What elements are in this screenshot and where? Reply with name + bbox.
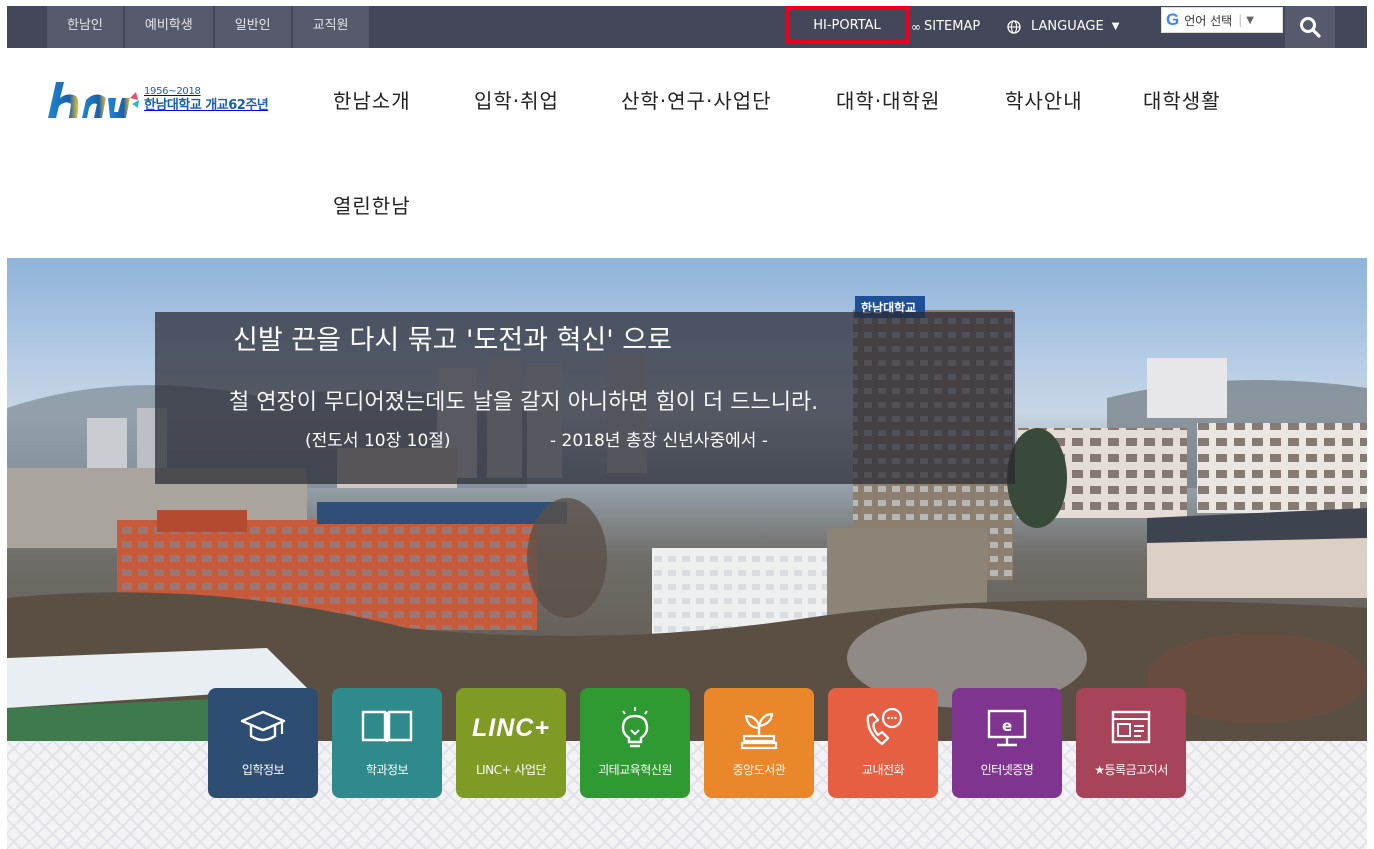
sitemap-label: SITEMAP: [924, 19, 981, 34]
phone-icon: [866, 707, 903, 746]
globe-icon: [1007, 20, 1021, 34]
quick-link-campus-phone[interactable]: 교내전화: [828, 688, 938, 798]
nav-item-colleges[interactable]: 대학·대학원: [836, 85, 940, 114]
logo-text: 1956~2018 한남대학교 개교62주년: [144, 86, 269, 114]
audience-tab-hannam-member[interactable]: 한남인: [47, 6, 123, 48]
quick-link-linc-plus[interactable]: LINC+ LINC+ 사업단: [456, 688, 566, 798]
quick-link-label: 학과정보: [365, 763, 409, 777]
quick-link-goethe-institute[interactable]: 괴테교육혁신원: [580, 688, 690, 798]
logo-years: 1956~2018: [144, 86, 201, 97]
nav-item-campus-life[interactable]: 대학생활: [1143, 85, 1221, 114]
audience-tab-faculty-staff[interactable]: 교직원: [292, 6, 369, 48]
hnu-logo-mark: [48, 82, 139, 118]
nav-item-open-hannam[interactable]: 열린한남: [333, 190, 411, 219]
hero-title: 신발 끈을 다시 묶고 '도전과 혁신' 으로: [233, 325, 672, 356]
sprout-icon: [740, 712, 778, 750]
hero-citation: (전도서 10장 10절): [305, 431, 451, 451]
language-label: LANGUAGE: [1031, 19, 1104, 34]
audience-tab-general-public[interactable]: 일반인: [214, 6, 291, 48]
audience-tabs: 한남인 예비학생 일반인 교직원: [47, 6, 371, 48]
google-translate-select[interactable]: G 언어 선택 | ▼: [1161, 7, 1283, 33]
quick-link-label: 인터넷증명: [980, 763, 1034, 777]
nav-item-research[interactable]: 산학·연구·사업단: [621, 85, 772, 114]
translate-caret-icon: ▼: [1246, 14, 1254, 26]
quick-link-label: ★등록금고지서: [1094, 763, 1168, 777]
bill-icon: [1111, 710, 1151, 744]
linc-logo: LINC+: [472, 714, 550, 742]
caret-down-icon: ▼: [1111, 21, 1120, 32]
quick-link-department-info[interactable]: 학과정보: [332, 688, 442, 798]
hi-portal-link[interactable]: HI-PORTAL: [785, 6, 909, 44]
nav-item-academics[interactable]: 학사안내: [1005, 85, 1083, 114]
top-utility-bar: 한남인 예비학생 일반인 교직원 HI-PORTAL ∞ SITEMAP LAN…: [7, 6, 1367, 48]
hero-verse: 철 연장이 무디어졌는데도 날을 갈지 아니하면 힘이 더 드느니라.: [229, 390, 819, 415]
monitor-icon: e: [987, 709, 1027, 747]
quick-link-label: 중앙도서관: [732, 763, 786, 777]
quick-link-label: 입학정보: [241, 763, 285, 777]
nav-item-about[interactable]: 한남소개: [333, 85, 411, 114]
hero-banner: 한남대학교 신발 끈을 다시 묶고 '도전과 혁신' 으로 철 연장이 무디어졌…: [7, 258, 1367, 741]
quick-link-label: LINC+ 사업단: [475, 763, 547, 777]
quick-link-admission-info[interactable]: 입학정보: [208, 688, 318, 798]
search-button[interactable]: [1285, 6, 1335, 48]
quick-link-label: 교내전화: [861, 763, 905, 777]
lightbulb-icon: [621, 707, 649, 748]
quick-link-internet-certificate[interactable]: e 인터넷증명: [952, 688, 1062, 798]
hero-quote-box: 신발 끈을 다시 묶고 '도전과 혁신' 으로 철 연장이 무디어졌는데도 날을…: [155, 312, 1015, 484]
google-icon: G: [1166, 10, 1180, 29]
graduation-cap-icon: [240, 710, 286, 742]
language-dropdown[interactable]: LANGUAGE ▼: [1007, 6, 1119, 48]
quick-link-central-library[interactable]: 중앙도서관: [704, 688, 814, 798]
quick-link-label: 괴테교육혁신원: [598, 763, 672, 777]
university-logo[interactable]: 1956~2018 한남대학교 개교62주년: [44, 76, 304, 124]
link-chain-icon: ∞: [911, 20, 921, 34]
logo-university-name: 한남대학교 개교62주년: [144, 98, 269, 113]
quick-link-tuition-bill[interactable]: ★등록금고지서: [1076, 688, 1186, 798]
audience-tab-prospective-student[interactable]: 예비학생: [124, 6, 213, 48]
sitemap-link[interactable]: ∞ SITEMAP: [911, 6, 980, 48]
quick-links: 입학정보 학과정보 LINC+ LINC+ 사업단 괴테교육혁신원 중앙도서관 …: [208, 688, 1200, 798]
translate-label: 언어 선택: [1184, 13, 1233, 28]
svg-text:e: e: [1002, 717, 1012, 735]
translate-separator: |: [1238, 13, 1243, 27]
hero-source: - 2018년 총장 신년사중에서 -: [550, 431, 768, 451]
open-book-icon: [361, 710, 413, 742]
nav-item-admission[interactable]: 입학·취업: [474, 85, 559, 114]
search-icon: [1300, 17, 1321, 38]
